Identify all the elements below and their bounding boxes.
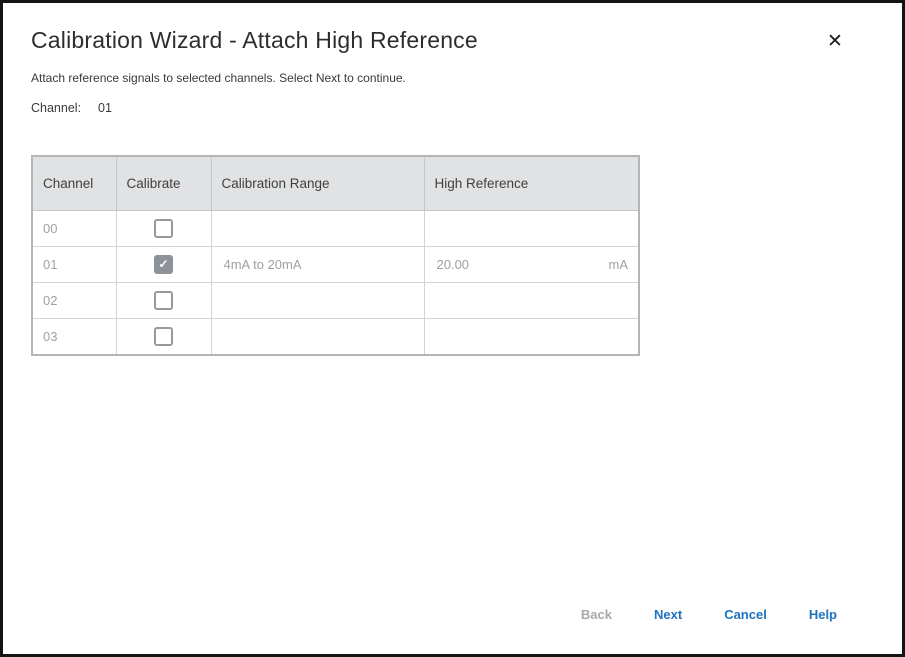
- calibrate-checkbox[interactable]: ✓: [154, 291, 173, 310]
- table-row-channel-00: 00 ✓: [32, 211, 639, 247]
- table-row-channel-02: 02 ✓: [32, 283, 639, 319]
- channel-label: Channel:: [31, 101, 81, 115]
- back-button[interactable]: Back: [581, 607, 612, 622]
- wizard-footer: Back Next Cancel Help: [581, 607, 837, 622]
- cancel-button[interactable]: Cancel: [724, 607, 767, 622]
- calibration-range-cell: [211, 211, 424, 247]
- calibration-range-cell: [211, 319, 424, 356]
- high-reference-input[interactable]: 20.00 mA: [425, 257, 639, 272]
- column-header-channel: Channel: [32, 156, 116, 211]
- calibration-wizard-dialog: Calibration Wizard - Attach High Referen…: [0, 0, 905, 657]
- channel-field: Channel: 01: [31, 101, 112, 115]
- dialog-instructions: Attach reference signals to selected cha…: [31, 71, 406, 85]
- calibration-range-cell[interactable]: 4mA to 20mA: [211, 247, 424, 283]
- channel-id: 00: [32, 211, 116, 247]
- channel-id: 01: [32, 247, 116, 283]
- next-button[interactable]: Next: [654, 607, 682, 622]
- checkmark-icon: ✓: [156, 257, 171, 272]
- calibrate-checkbox[interactable]: ✓: [154, 255, 173, 274]
- calibrate-checkbox[interactable]: ✓: [154, 219, 173, 238]
- calibrate-checkbox[interactable]: ✓: [154, 327, 173, 346]
- column-header-high-reference: High Reference: [424, 156, 639, 211]
- calibration-range-cell: [211, 283, 424, 319]
- close-icon[interactable]: ✕: [822, 29, 848, 55]
- high-reference-unit: mA: [609, 257, 629, 272]
- dialog-title: Calibration Wizard - Attach High Referen…: [31, 27, 478, 54]
- channel-id: 02: [32, 283, 116, 319]
- channel-id: 03: [32, 319, 116, 356]
- table-row-channel-03: 03 ✓: [32, 319, 639, 356]
- column-header-calibration-range: Calibration Range: [211, 156, 424, 211]
- calibration-table: Channel Calibrate Calibration Range High…: [31, 155, 640, 356]
- table-row-channel-01: 01 ✓ 4mA to 20mA 20.00 mA: [32, 247, 639, 283]
- help-button[interactable]: Help: [809, 607, 837, 622]
- column-header-calibrate: Calibrate: [116, 156, 211, 211]
- high-reference-value[interactable]: 20.00: [437, 257, 470, 272]
- channel-value: 01: [98, 101, 112, 115]
- table-header-row: Channel Calibrate Calibration Range High…: [32, 156, 639, 211]
